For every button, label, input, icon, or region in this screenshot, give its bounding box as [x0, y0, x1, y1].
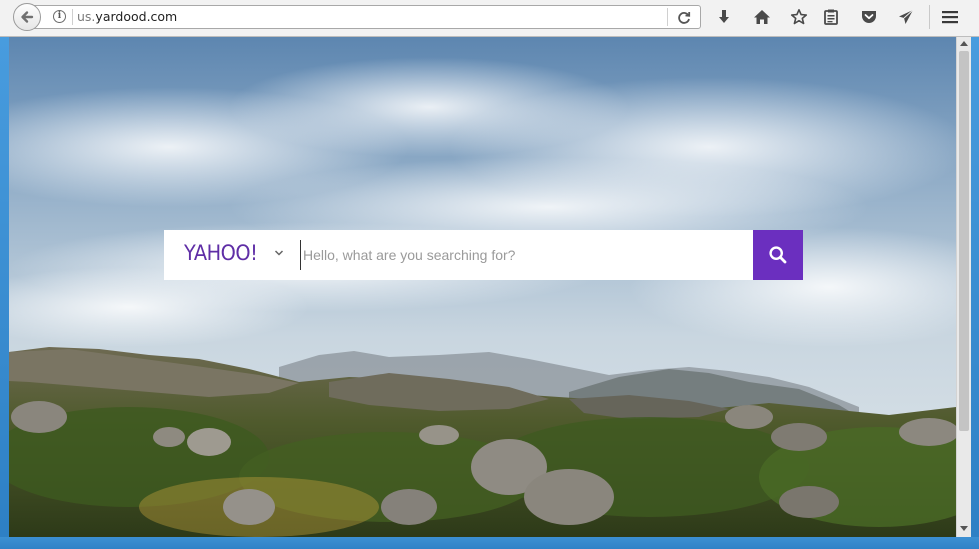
search-icon [769, 246, 787, 264]
url-text[interactable]: us.yardood.com [77, 9, 177, 24]
window-bottom-border [0, 537, 979, 549]
page-content [9, 37, 956, 537]
hamburger-menu-icon[interactable] [941, 8, 959, 26]
address-bar[interactable]: i us.yardood.com [30, 5, 701, 29]
url-separator [72, 9, 73, 25]
search-button[interactable] [753, 230, 803, 280]
url-subdomain: us. [77, 9, 96, 24]
scroll-thumb[interactable] [959, 51, 969, 431]
vertical-scrollbar[interactable] [956, 37, 971, 537]
download-icon[interactable] [715, 8, 733, 26]
pocket-icon[interactable] [860, 8, 878, 26]
scroll-down-arrow-icon[interactable] [960, 526, 968, 531]
search-box: YAHOO! [164, 230, 753, 280]
scroll-up-arrow-icon[interactable] [960, 41, 968, 46]
url-domain: yardood.com [95, 9, 178, 24]
back-arrow-icon [21, 11, 34, 23]
clipboard-icon[interactable] [822, 8, 840, 26]
menu-separator [929, 5, 930, 29]
yahoo-logo[interactable]: YAHOO! [184, 241, 258, 265]
search-input[interactable] [300, 240, 743, 270]
chevron-down-icon[interactable] [274, 248, 284, 258]
star-icon[interactable] [790, 8, 808, 26]
info-icon[interactable]: i [53, 10, 66, 23]
reload-icon[interactable] [676, 10, 692, 26]
back-button[interactable] [13, 3, 41, 31]
browser-window: i us.yardood.com YAHOO! Hello, what are … [0, 0, 979, 549]
home-icon[interactable] [753, 8, 771, 26]
send-icon[interactable] [897, 8, 915, 26]
landscape-background [9, 37, 956, 537]
browser-toolbar: i us.yardood.com [0, 0, 979, 37]
reload-separator [667, 8, 668, 26]
